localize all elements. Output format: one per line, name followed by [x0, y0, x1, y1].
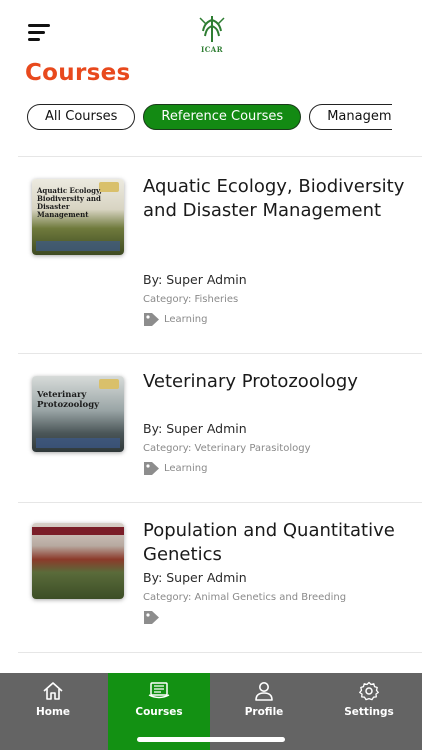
tab-management[interactable]: Management	[309, 104, 392, 130]
home-icon	[43, 682, 63, 700]
wheat-emblem-icon	[199, 16, 225, 42]
nav-home-label: Home	[35, 706, 71, 718]
menu-icon[interactable]	[28, 22, 54, 42]
tag-icon	[144, 611, 159, 624]
tag-label: Learning	[164, 314, 208, 325]
thumbnail-title: Aquatic Ecology, Biodiversity and Disast…	[37, 186, 102, 219]
publisher-logo	[99, 379, 119, 389]
top-bar: ICAR	[0, 0, 422, 62]
course-thumbnail[interactable]: Aquatic Ecology, Biodiversity and Disast…	[32, 179, 124, 255]
divider	[18, 156, 422, 157]
course-title[interactable]: Veterinary Protozoology	[143, 370, 413, 394]
tag-label: Learning	[164, 463, 208, 474]
course-title[interactable]: Aquatic Ecology, Biodiversity and Disast…	[143, 175, 413, 222]
tag-icon	[144, 313, 159, 326]
page-title: Courses	[25, 60, 131, 86]
home-indicator	[137, 737, 285, 742]
nav-settings-label: Settings	[344, 706, 394, 718]
course-category: Category: Veterinary Parasitology	[143, 443, 311, 454]
nav-profile-label: Profile	[244, 706, 284, 718]
nav-courses-label: Courses	[135, 706, 183, 718]
user-icon	[255, 682, 273, 701]
logo-text: ICAR	[200, 45, 224, 54]
course-category: Category: Fisheries	[143, 294, 239, 305]
tab-all-courses[interactable]: All Courses	[27, 104, 136, 130]
thumbnail-footer	[36, 241, 120, 251]
divider	[18, 353, 422, 354]
thumbnail-title: Veterinary Protozoology	[37, 390, 100, 410]
course-author: By: Super Admin	[143, 570, 247, 585]
nav-settings[interactable]: Settings	[319, 673, 419, 750]
course-category: Category: Animal Genetics and Breeding	[143, 592, 347, 603]
icar-logo: ICAR	[193, 12, 231, 58]
course-tabs: All Courses Reference Courses Management	[27, 104, 392, 130]
course-author: By: Super Admin	[143, 272, 247, 287]
tab-reference-courses[interactable]: Reference Courses	[143, 104, 302, 130]
gear-icon	[359, 681, 379, 701]
divider	[18, 502, 422, 503]
nav-home[interactable]: Home	[3, 673, 103, 750]
book-icon	[148, 682, 170, 699]
thumbnail-footer	[36, 438, 120, 448]
thumbnail-banner	[32, 527, 124, 535]
course-title[interactable]: Population and Quantitative Genetics	[143, 519, 413, 566]
tag-icon	[144, 462, 159, 475]
course-thumbnail[interactable]	[32, 523, 124, 599]
divider	[18, 652, 422, 653]
course-author: By: Super Admin	[143, 421, 247, 436]
course-thumbnail[interactable]: Veterinary Protozoology	[32, 376, 124, 452]
